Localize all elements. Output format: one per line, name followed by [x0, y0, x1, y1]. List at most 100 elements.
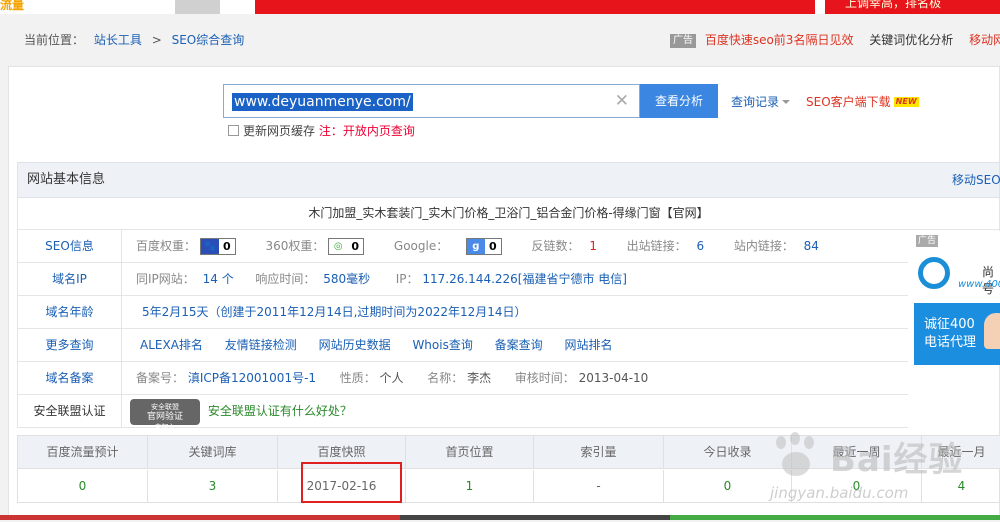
clear-icon[interactable]: ✕ [615, 91, 629, 111]
seo-content: 百度权重： 🐾 0 360权重： ◎ 0 Google： g0 反链数： 1 出站链… [136, 230, 819, 262]
site-title: 木门加盟_实木套装门_实木门价格_卫浴门_铝合金门价格-得缘门窗【官网】 [17, 198, 1000, 230]
ip-label[interactable]: 域名IP [18, 263, 122, 295]
inlinks-value[interactable]: 84 [804, 239, 819, 253]
banner-ad-red[interactable] [255, 0, 815, 14]
icp-row: 域名备案 备案号： 滇ICP备12001001号-1 性质： 个人 名称： 李杰… [17, 362, 908, 395]
link-friend-check[interactable]: 友情链接检测 [225, 338, 297, 352]
google-label: Google： [393, 239, 449, 253]
link-keyword-analysis[interactable]: 关键词优化分析 [869, 33, 953, 47]
google-icon: g [466, 239, 485, 254]
link-alexa[interactable]: ALEXA排名 [140, 338, 203, 352]
google-badge[interactable]: g0 [465, 238, 502, 255]
ip-address-value[interactable]: 117.26.144.226[福建省宁德市 电信] [422, 272, 627, 286]
search-input[interactable]: www.deyuanmenye.com/ ✕ [223, 84, 640, 118]
outlinks-label: 出站链接： [626, 239, 687, 253]
history-label: 查询记录 [731, 95, 780, 109]
history-dropdown[interactable]: 查询记录 [731, 93, 791, 110]
circle-360-icon: ◎ [329, 239, 348, 254]
response-label: 响应时间： [255, 272, 316, 286]
ad-tag: 广告 [670, 34, 696, 48]
stats-header-cell: 索引量 [534, 436, 664, 469]
cache-checkbox[interactable] [228, 125, 239, 136]
ad-person-image [984, 313, 1000, 349]
client-download-link[interactable]: SEO客户端下载 NEW [806, 93, 919, 110]
link-mobile-site[interactable]: 移动网站 [969, 33, 1000, 47]
chevron-down-icon [782, 100, 791, 104]
analyze-button[interactable]: 查看分析 [640, 84, 718, 118]
seo-row: SEO信息 百度权重： 🐾 0 360权重： ◎ 0 Google： g0 反链数：… [17, 230, 908, 263]
cache-note: 注：开放内页查询 [318, 124, 415, 138]
breadcrumb-item-seo[interactable]: SEO综合查询 [172, 33, 245, 47]
watermark-text: Bai经验 [830, 440, 964, 480]
search-input-value[interactable]: www.deyuanmenye.com/ [232, 93, 413, 111]
ad-logo-icon [918, 257, 950, 289]
paw-icon [770, 432, 826, 482]
icp-type-value: 个人 [379, 371, 404, 385]
watermark-url: jingyan.baidu.com [770, 484, 909, 502]
banner-image [175, 0, 220, 14]
stats-value-home-position[interactable]: 1 [406, 470, 534, 503]
icp-label[interactable]: 域名备案 [18, 362, 122, 394]
mobile-seo-link[interactable]: 移动SEO数 [952, 163, 1000, 197]
backlinks-value[interactable]: 1 [589, 239, 597, 253]
ip-address-label: IP： [395, 272, 419, 286]
icp-name-label: 名称： [427, 371, 464, 385]
more-content: ALEXA排名 友情链接检测 网站历史数据 Whois查询 备案查询 网站排名 [140, 329, 613, 361]
alliance-link[interactable]: 安全联盟认证有什么好处？ [208, 404, 352, 418]
baidu-weight-badge[interactable]: 🐾 0 [199, 238, 236, 255]
info-header: 网站基本信息 移动SEO数 [17, 162, 1000, 198]
ad-banner[interactable]: 诚征400 电话代理 [914, 303, 1000, 365]
bottom-strip [0, 515, 1000, 520]
link-site-rank[interactable]: 网站排名 [565, 338, 613, 352]
inlinks-label: 站内链接： [733, 239, 794, 253]
icp-date-label: 审核时间： [514, 371, 575, 385]
banner-ad-right[interactable]: 上调幸高，排名极 [825, 0, 1000, 14]
alliance-badge[interactable]: 安全联盟 官网验证 未加入 [130, 398, 200, 431]
alliance-label[interactable]: 安全联盟认证 [18, 395, 122, 427]
side-ad[interactable]: 广告 尚号 www.400 诚征400 电话代理 [912, 231, 1000, 365]
cache-label: 更新网页缓存 [243, 124, 316, 138]
age-label[interactable]: 域名年龄 [18, 296, 122, 328]
ad-tel: www.400 [958, 279, 1000, 290]
link-icp-query[interactable]: 备案查询 [495, 338, 543, 352]
baidu-jingyan-watermark: Bai经验 jingyan.baidu.com [770, 432, 1000, 522]
w360-weight-badge[interactable]: ◎ 0 [328, 238, 365, 255]
baidu-weight-label: 百度权重： [136, 239, 197, 253]
outlinks-value[interactable]: 6 [697, 239, 705, 253]
w360-weight-label: 360权重： [265, 239, 325, 253]
icp-no-label: 备案号： [136, 371, 185, 385]
cache-option: 更新网页缓存 注：开放内页查询 [228, 123, 415, 139]
backlinks-label: 反链数： [531, 239, 580, 253]
age-value[interactable]: 5年2月15天（创建于2011年12月14日,过期时间为2022年12月14日） [142, 305, 527, 319]
link-whois[interactable]: Whois查询 [412, 338, 472, 352]
icp-type-label: 性质： [339, 371, 376, 385]
stats-header-cell: 首页位置 [406, 436, 534, 469]
breadcrumb-item-tools[interactable]: 站长工具 [94, 33, 142, 47]
alliance-row: 安全联盟认证 安全联盟 官网验证 未加入 安全联盟认证有什么好处？ [17, 395, 908, 431]
top-links: 广告 百度快速seo前3名隔日见效 关键词优化分析 移动网站 [670, 26, 1000, 54]
baidu-paw-icon: 🐾 [200, 239, 219, 254]
ip-content: 同IP网站： 14 个 响应时间： 580毫秒 IP： 117.26.144.2… [136, 263, 627, 295]
info-title: 网站基本信息 [27, 172, 106, 187]
ad-tag: 广告 [916, 235, 939, 247]
highlight-box [301, 462, 402, 503]
age-content: 5年2月15天（创建于2011年12月14日,过期时间为2022年12月14日） [142, 296, 527, 328]
link-baidu-seo[interactable]: 百度快速seo前3名隔日见效 [705, 33, 854, 47]
icp-no-value[interactable]: 滇ICP备12001001号-1 [188, 371, 316, 385]
top-ad-banner[interactable]: 流量 上调幸高，排名极 [0, 0, 1000, 14]
seo-label[interactable]: SEO信息 [18, 230, 122, 262]
banner-logo: 流量 [0, 0, 25, 12]
stats-header-cell: 关键词库 [148, 436, 278, 469]
new-badge: NEW [893, 97, 919, 107]
same-ip-label: 同IP网站： [136, 272, 195, 286]
same-ip-value[interactable]: 14 个 [203, 272, 234, 286]
stats-value-traffic[interactable]: 0 [18, 470, 148, 503]
more-row: 更多查询 ALEXA排名 友情链接检测 网站历史数据 Whois查询 备案查询 … [17, 329, 908, 362]
icp-content: 备案号： 滇ICP备12001001号-1 性质： 个人 名称： 李杰 审核时间… [136, 362, 648, 394]
stats-value-keywords[interactable]: 3 [148, 470, 278, 503]
link-history-data[interactable]: 网站历史数据 [319, 338, 391, 352]
ip-row: 域名IP 同IP网站： 14 个 响应时间： 580毫秒 IP： 117.26.… [17, 263, 908, 296]
stats-value-index: - [534, 470, 664, 503]
icp-name-value: 李杰 [467, 371, 492, 385]
more-label[interactable]: 更多查询 [18, 329, 122, 361]
